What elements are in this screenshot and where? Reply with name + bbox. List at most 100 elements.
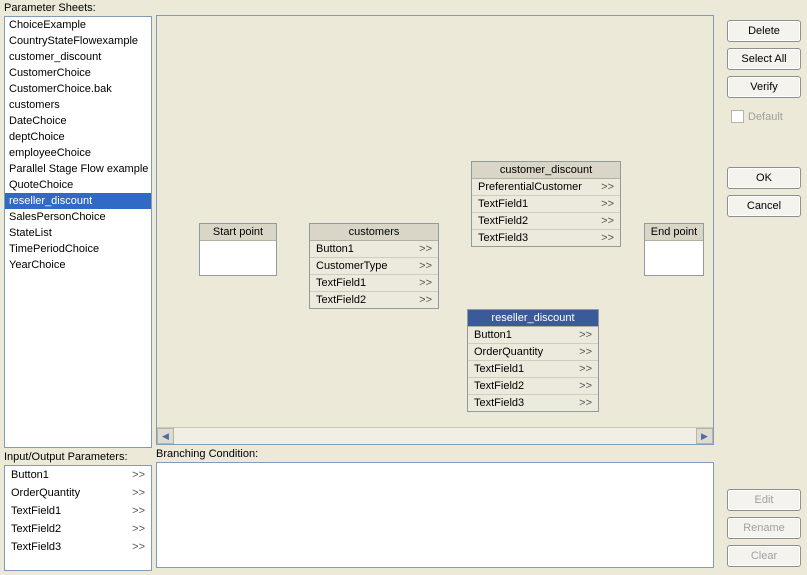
node-field-label: PreferentialCustomer (478, 181, 582, 193)
node-title: End point (645, 224, 703, 241)
node-field-row[interactable]: CustomerType >> (310, 258, 438, 275)
rename-button: Rename (727, 517, 801, 539)
io-param-label: Button1 (11, 468, 49, 482)
clear-button: Clear (727, 545, 801, 567)
select-all-button[interactable]: Select All (727, 48, 801, 70)
node-field-row[interactable]: TextField1 >> (468, 361, 598, 378)
node-body (200, 241, 276, 275)
ok-button[interactable]: OK (727, 167, 801, 189)
canvas-horizontal-scrollbar[interactable]: ◀ ▶ (157, 427, 713, 444)
sheet-item[interactable]: Parallel Stage Flow example (5, 161, 151, 177)
sheet-item[interactable]: customers (5, 97, 151, 113)
node-field-row[interactable]: TextField2 >> (310, 292, 438, 308)
scroll-left-icon[interactable]: ◀ (157, 428, 174, 444)
edit-button: Edit (727, 489, 801, 511)
checkbox-icon (731, 110, 744, 123)
chevron-icon: >> (419, 260, 432, 272)
node-start-point[interactable]: Start point (199, 223, 277, 276)
sheet-item[interactable]: CustomerChoice (5, 65, 151, 81)
cancel-button[interactable]: Cancel (727, 195, 801, 217)
sheet-item[interactable]: CustomerChoice.bak (5, 81, 151, 97)
node-field-label: OrderQuantity (474, 346, 543, 358)
sheet-item[interactable]: CountryStateFlowexample (5, 33, 151, 49)
node-customers[interactable]: customers Button1>>CustomerType>>TextFie… (309, 223, 439, 309)
chevron-icon: >> (419, 277, 432, 289)
chevron-icon: >> (132, 468, 145, 482)
node-field-label: TextField3 (478, 232, 528, 244)
node-field-row[interactable]: OrderQuantity >> (468, 344, 598, 361)
chevron-icon: >> (601, 215, 614, 227)
io-param-label: TextField1 (11, 504, 61, 518)
sheet-item[interactable]: QuoteChoice (5, 177, 151, 193)
sheet-item[interactable]: YearChoice (5, 257, 151, 273)
node-field-row[interactable]: TextField1 >> (310, 275, 438, 292)
node-field-label: CustomerType (316, 260, 388, 272)
sheet-item[interactable]: employeeChoice (5, 145, 151, 161)
io-param-label: TextField2 (11, 522, 61, 536)
default-checkbox: Default (731, 110, 801, 123)
node-field-label: TextField2 (478, 215, 528, 227)
node-field-row[interactable]: PreferentialCustomer >> (472, 179, 620, 196)
node-field-label: TextField3 (474, 397, 524, 409)
node-title: customers (310, 224, 438, 241)
delete-button[interactable]: Delete (727, 20, 801, 42)
branching-condition-area[interactable] (156, 462, 714, 568)
chevron-icon: >> (579, 363, 592, 375)
node-field-row[interactable]: TextField3>> (468, 395, 598, 411)
chevron-icon: >> (601, 198, 614, 210)
io-param-item[interactable]: TextField2>> (5, 520, 151, 538)
node-field-row[interactable]: Button1 >> (310, 241, 438, 258)
io-param-item[interactable]: TextField3 >> (5, 538, 151, 556)
chevron-icon: >> (579, 346, 592, 358)
node-end-point[interactable]: End point (644, 223, 704, 276)
flow-canvas[interactable]: Start point customers Button1>>CustomerT… (156, 15, 714, 445)
node-title: Start point (200, 224, 276, 241)
io-params-list[interactable]: Button1>>OrderQuantity>>TextField1>>Text… (4, 465, 152, 571)
node-field-label: TextField2 (316, 294, 366, 306)
chevron-icon: >> (601, 181, 614, 193)
node-field-label: TextField1 (474, 363, 524, 375)
chevron-icon: >> (579, 329, 592, 341)
node-title: customer_discount (472, 162, 620, 179)
node-reseller-discount[interactable]: reseller_discount Button1>>OrderQuantity… (467, 309, 599, 412)
sheet-item[interactable]: DateChoice (5, 113, 151, 129)
scroll-track[interactable] (174, 428, 696, 444)
node-title: reseller_discount (468, 310, 598, 327)
chevron-icon: >> (132, 540, 145, 554)
parameter-sheets-label: Parameter Sheets: (4, 0, 152, 16)
node-field-label: Button1 (316, 243, 354, 255)
io-param-label: TextField3 (11, 540, 61, 554)
io-params-label: Input/Output Parameters: (4, 448, 152, 465)
parameter-sheets-list[interactable]: ChoiceExampleCountryStateFlowexamplecust… (4, 16, 152, 448)
node-field-row[interactable]: Button1 >> (468, 327, 598, 344)
node-field-row[interactable]: TextField3 >> (472, 230, 620, 246)
chevron-icon: >> (601, 232, 614, 244)
verify-button[interactable]: Verify (727, 76, 801, 98)
node-field-label: Button1 (474, 329, 512, 341)
io-param-item[interactable]: Button1 >> (5, 466, 151, 484)
node-body (645, 241, 703, 275)
node-field-row[interactable]: TextField2 >> (468, 378, 598, 395)
sheet-item[interactable]: ChoiceExample (5, 17, 151, 33)
branching-condition-label: Branching Condition: (156, 445, 714, 462)
sheet-item[interactable]: reseller_discount (5, 193, 151, 209)
node-field-label: TextField1 (478, 198, 528, 210)
io-param-item[interactable]: TextField1 >> (5, 502, 151, 520)
node-field-label: TextField2 (474, 380, 524, 392)
sheet-item[interactable]: StateList (5, 225, 151, 241)
node-field-row[interactable]: TextField2 >> (472, 213, 620, 230)
node-field-row[interactable]: TextField1 >> (472, 196, 620, 213)
sheet-item[interactable]: TimePeriodChoice (5, 241, 151, 257)
default-label: Default (748, 111, 783, 123)
node-field-label: TextField1 (316, 277, 366, 289)
io-param-item[interactable]: OrderQuantity>> (5, 484, 151, 502)
chevron-icon: >> (579, 380, 592, 392)
chevron-icon: >> (419, 243, 432, 255)
scroll-right-icon[interactable]: ▶ (696, 428, 713, 444)
chevron-icon: >> (132, 504, 145, 518)
node-customer-discount[interactable]: customer_discount PreferentialCustomer >>… (471, 161, 621, 247)
sheet-item[interactable]: deptChoice (5, 129, 151, 145)
sheet-item[interactable]: SalesPersonChoice (5, 209, 151, 225)
chevron-icon: >> (419, 294, 432, 306)
sheet-item[interactable]: customer_discount (5, 49, 151, 65)
